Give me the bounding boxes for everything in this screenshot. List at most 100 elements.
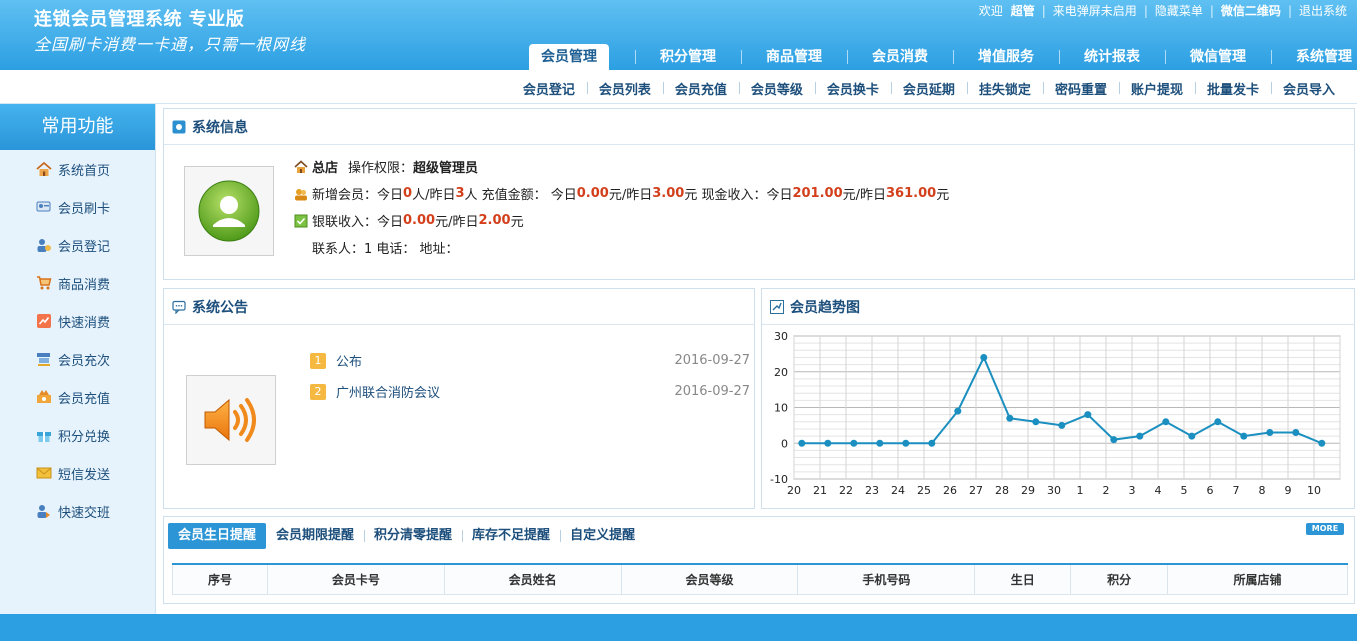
store-name: 总店 xyxy=(312,161,339,176)
subnav-item-7[interactable]: 密码重置 xyxy=(1042,79,1119,98)
sidebar-item-label: 快速消费 xyxy=(58,315,111,331)
top-link-4[interactable]: 微信二维码 xyxy=(1217,2,1285,19)
recharge-yesterday: 3.00 xyxy=(652,186,685,201)
reminder-tab-2[interactable]: 积分清零提醒 xyxy=(364,523,462,549)
top-link-2[interactable]: 来电弹屏未启用 xyxy=(1049,2,1141,19)
unionpay-today: 0.00 xyxy=(403,213,436,228)
subnav-item-6[interactable]: 挂失锁定 xyxy=(966,79,1043,98)
system-info-panel: 系统信息 总店 操作权限： 超级管理员 新增会员：今日 0 人/昨日 3 人 充… xyxy=(163,108,1355,280)
data-point xyxy=(1058,421,1066,429)
sidebar-item-7[interactable]: 积分兑换 xyxy=(0,416,155,454)
unionpay-text-2: 元/昨日 xyxy=(435,215,479,230)
x-tick-label: 2 xyxy=(1103,484,1110,497)
data-point xyxy=(850,439,858,447)
nav-tab-6[interactable]: 微信管理 xyxy=(1165,44,1271,70)
data-point xyxy=(1162,418,1170,426)
top-link-5[interactable]: 退出系统 xyxy=(1295,2,1351,19)
x-tick-label: 29 xyxy=(1021,484,1035,497)
more-button[interactable]: MORE xyxy=(1306,523,1344,535)
reminder-tab-0[interactable]: 会员生日提醒 xyxy=(168,523,267,549)
notice-item-title[interactable]: 公布 xyxy=(336,351,674,370)
reminder-tab-3[interactable]: 库存不足提醒 xyxy=(462,523,560,549)
sidebar-item-3[interactable]: 商品消费 xyxy=(0,264,155,302)
sidebar-item-9[interactable]: 快速交班 xyxy=(0,492,155,530)
nav-tab-3[interactable]: 会员消费 xyxy=(847,44,953,70)
subnav-item-1[interactable]: 会员列表 xyxy=(586,79,663,98)
x-tick-label: 10 xyxy=(1307,484,1321,497)
shift-icon xyxy=(36,503,52,519)
subnav-item-9[interactable]: 批量发卡 xyxy=(1194,79,1271,98)
notice-item-date: 2016-09-27 xyxy=(674,384,750,399)
nav-tab-0[interactable]: 会员管理 xyxy=(529,44,609,70)
column-header: 会员等级 xyxy=(620,563,799,595)
nav-tab-7[interactable]: 系统管理 xyxy=(1271,44,1357,70)
x-tick-label: 28 xyxy=(995,484,1009,497)
chart-icon xyxy=(36,313,52,329)
data-point xyxy=(980,353,988,361)
notice-item-title[interactable]: 广州联合消防会议 xyxy=(336,382,674,401)
top-link-3[interactable]: 隐藏菜单 xyxy=(1151,2,1207,19)
sub-nav: 会员登记 会员列表 会员充值 会员等级 会员换卡 会员延期 挂失锁定 密码重置 账户提现 批量发卡… xyxy=(0,70,1357,104)
subnav-item-8[interactable]: 账户提现 xyxy=(1118,79,1195,98)
data-point xyxy=(824,439,832,447)
notice-item[interactable]: 1 公布 2016-09-27 xyxy=(310,345,750,376)
sidebar-item-4[interactable]: 快速消费 xyxy=(0,302,155,340)
top-link-1: 超管 xyxy=(1010,4,1035,18)
sidebar-item-label: 会员刷卡 xyxy=(58,201,111,217)
sidebar-item-5[interactable]: 会员充次 xyxy=(0,340,155,378)
gift-icon xyxy=(36,427,52,443)
trend-icon xyxy=(770,299,784,314)
check-list-icon xyxy=(294,214,308,228)
notice-number-badge: 2 xyxy=(310,383,326,400)
subnav-item-5[interactable]: 会员延期 xyxy=(890,79,967,98)
data-point xyxy=(1292,429,1300,437)
speaker-image xyxy=(186,375,276,465)
main-nav: 会员管理 积分管理 商品管理 会员消费 增值服务 统计报表 微信管理 系统管理 xyxy=(529,44,1357,70)
footer xyxy=(0,614,1357,641)
user-add-icon xyxy=(36,237,52,253)
nav-tab-4[interactable]: 增值服务 xyxy=(953,44,1059,70)
info-icon xyxy=(172,120,186,134)
stat-text-6: 元/昨日 xyxy=(842,188,887,203)
subnav-item-3[interactable]: 会员等级 xyxy=(738,79,815,98)
top-link-separator: | xyxy=(1209,3,1214,18)
data-point xyxy=(928,439,936,447)
top-link-separator: | xyxy=(1143,3,1148,18)
nav-tab-2[interactable]: 商品管理 xyxy=(741,44,847,70)
x-tick-label: 23 xyxy=(865,484,879,497)
reminder-tab-1[interactable]: 会员期限提醒 xyxy=(266,523,364,549)
sidebar-item-0[interactable]: 系统首页 xyxy=(0,150,155,188)
subnav-item-0[interactable]: 会员登记 xyxy=(511,79,587,98)
subnav-item-10[interactable]: 会员导入 xyxy=(1270,79,1347,98)
sidebar-item-8[interactable]: 短信发送 xyxy=(0,454,155,492)
trend-header: 会员趋势图 xyxy=(762,289,1354,325)
x-tick-label: 25 xyxy=(917,484,931,497)
register-icon xyxy=(36,351,52,367)
data-point xyxy=(1214,418,1222,426)
stat-text-3: 人 充值金额： 今日 xyxy=(464,188,577,203)
nav-tab-1[interactable]: 积分管理 xyxy=(635,44,741,70)
comment-icon xyxy=(172,300,186,314)
speaker-icon xyxy=(204,398,256,442)
new-members-today: 0 xyxy=(403,186,413,201)
sidebar-item-1[interactable]: 会员刷卡 xyxy=(0,188,155,226)
cart-icon xyxy=(36,275,52,291)
sidebar-item-6[interactable]: 会员充值 xyxy=(0,378,155,416)
column-header: 手机号码 xyxy=(797,563,976,595)
x-tick-label: 22 xyxy=(839,484,853,497)
nav-tab-5[interactable]: 统计报表 xyxy=(1059,44,1165,70)
data-point xyxy=(1240,432,1248,440)
notice-item[interactable]: 2 广州联合消防会议 2016-09-27 xyxy=(310,376,750,407)
home-icon xyxy=(36,161,52,177)
data-point xyxy=(1318,439,1326,447)
x-tick-label: 20 xyxy=(787,484,801,497)
subnav-item-4[interactable]: 会员换卡 xyxy=(814,79,891,98)
data-point xyxy=(798,439,806,447)
sidebar-item-2[interactable]: 会员登记 xyxy=(0,226,155,264)
subnav-item-2[interactable]: 会员充值 xyxy=(662,79,739,98)
column-header: 序号 xyxy=(172,563,268,595)
reminder-table: 序号 会员卡号 会员姓名 会员等级 手机号码 生日 积分 所属店铺 xyxy=(172,563,1348,595)
x-tick-label: 7 xyxy=(1233,484,1240,497)
reminder-tab-4[interactable]: 自定义提醒 xyxy=(560,523,645,549)
app-title: 连锁会员管理系统 专业版 xyxy=(34,9,245,30)
